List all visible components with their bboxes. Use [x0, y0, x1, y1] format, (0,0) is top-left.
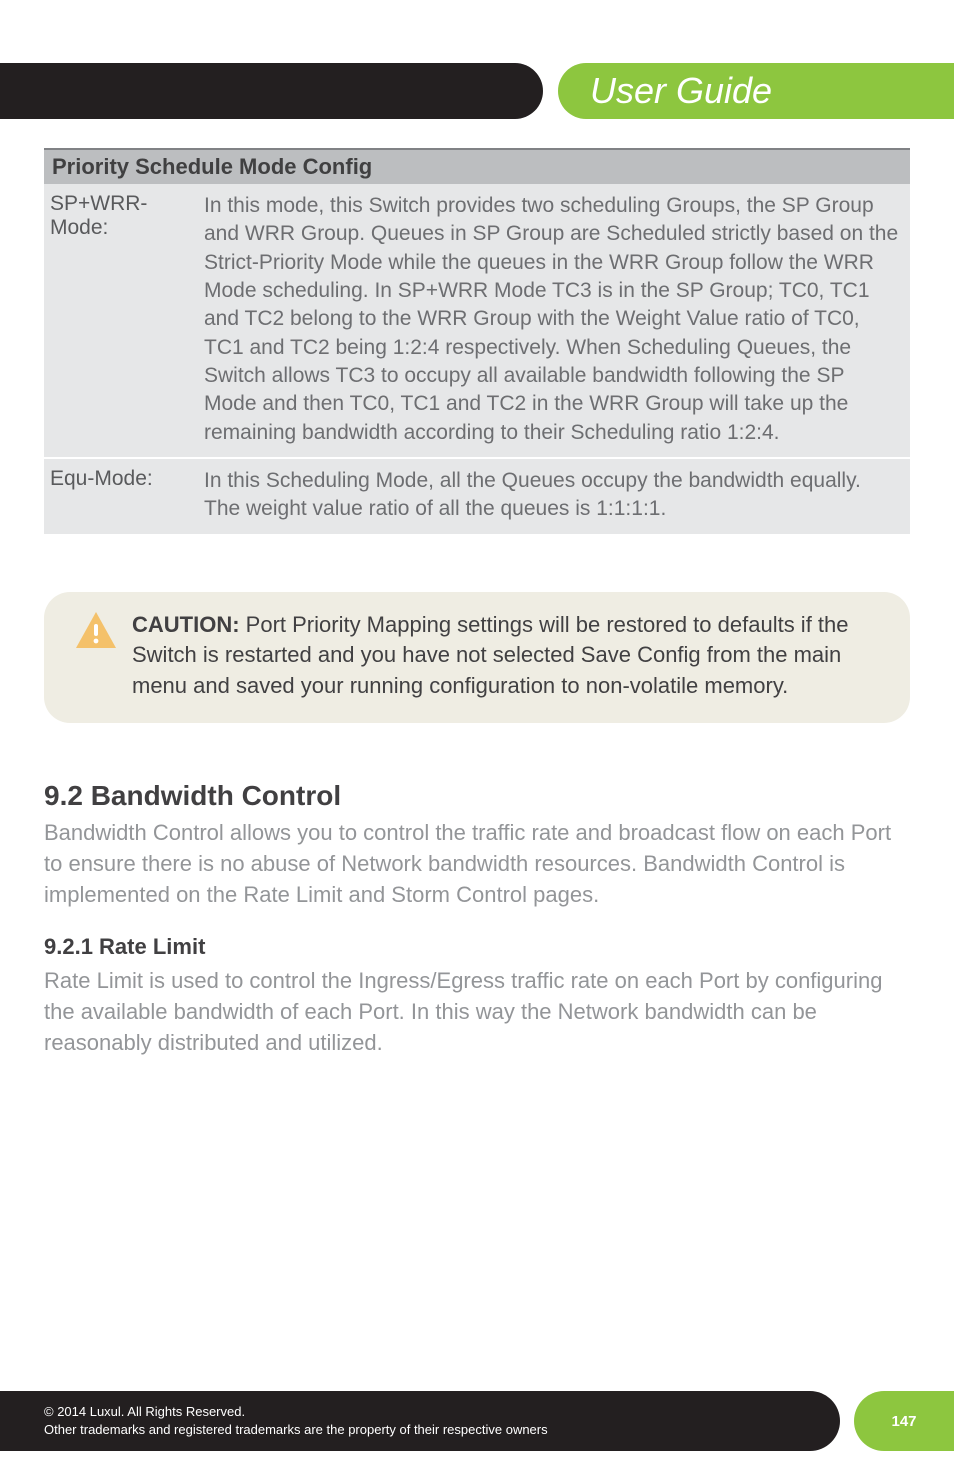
caution-text: CAUTION: Port Priority Mapping settings …	[132, 610, 886, 701]
page-number: 147	[891, 1413, 916, 1430]
caution-box: CAUTION: Port Priority Mapping settings …	[44, 592, 910, 723]
table-row: Equ-Mode: In this Scheduling Mode, all t…	[44, 459, 910, 536]
header-green-pill: User Guide	[558, 63, 954, 119]
section-body-ratelimit: Rate Limit is used to control the Ingres…	[44, 966, 910, 1058]
section-heading-bandwidth: 9.2 Bandwidth Control	[44, 780, 910, 812]
warning-triangle-icon	[74, 610, 118, 650]
row-body: In this Scheduling Mode, all the Queues …	[198, 459, 910, 534]
caution-body: Port Priority Mapping settings will be r…	[132, 612, 849, 698]
row-label: Equ-Mode:	[44, 459, 198, 534]
footer-page-pill: 147	[854, 1391, 954, 1451]
table-row: SP+WRR-Mode: In this mode, this Switch p…	[44, 184, 910, 459]
page-header: User Guide	[0, 63, 954, 119]
row-label: SP+WRR-Mode:	[44, 184, 198, 457]
row-body: In this mode, this Switch provides two s…	[198, 184, 910, 457]
copyright-line1: © 2014 Luxul. All Rights Reserved.	[44, 1403, 840, 1421]
table-title: Priority Schedule Mode Config	[52, 154, 372, 179]
caution-label: CAUTION:	[132, 612, 240, 637]
table-header-row: Priority Schedule Mode Config	[44, 150, 910, 184]
header-black-pill	[0, 63, 543, 119]
copyright-line2: Other trademarks and registered trademar…	[44, 1421, 840, 1439]
section-heading-ratelimit: 9.2.1 Rate Limit	[44, 934, 910, 960]
footer-bar: © 2014 Luxul. All Rights Reserved. Other…	[0, 1391, 840, 1451]
schedule-mode-table: Priority Schedule Mode Config SP+WRR-Mod…	[44, 148, 910, 536]
doc-title: User Guide	[590, 70, 772, 112]
section-body-bandwidth: Bandwidth Control allows you to control …	[44, 818, 910, 910]
